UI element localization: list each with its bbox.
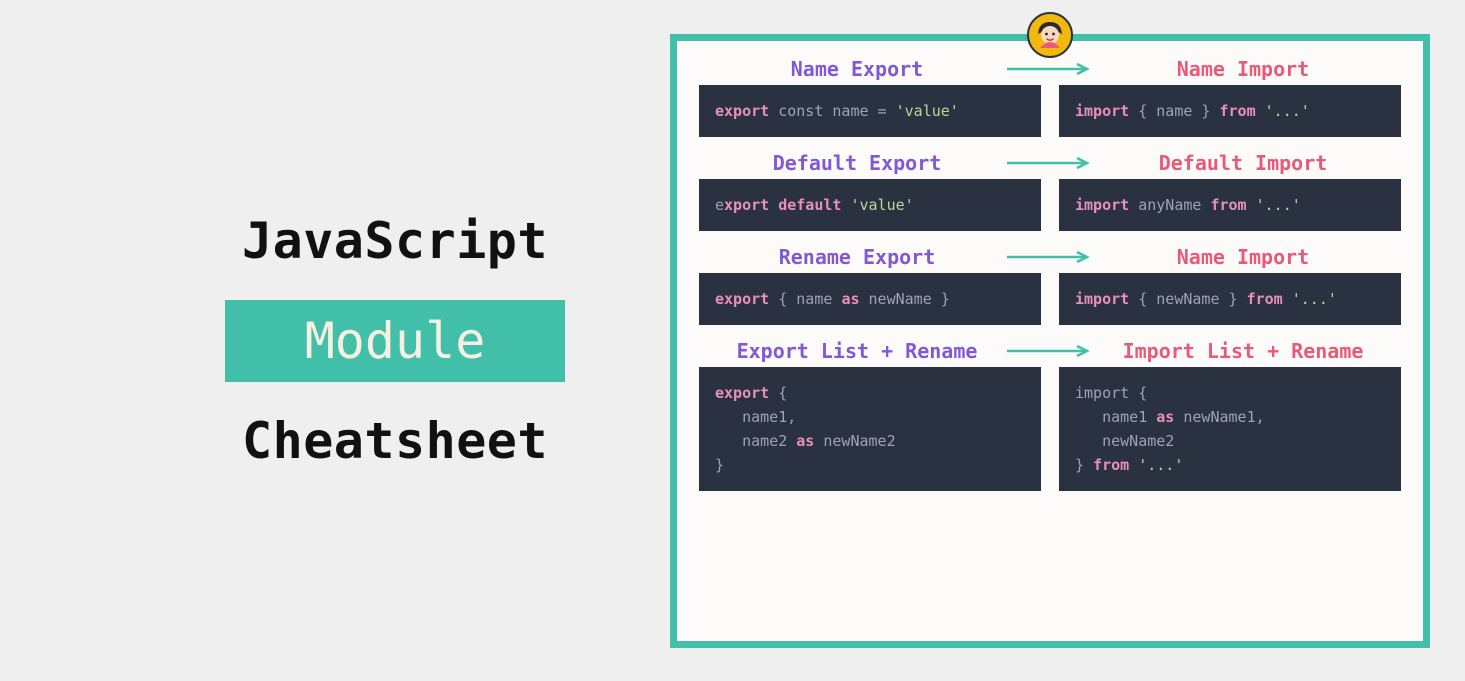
export-heading: Name Export <box>709 57 1005 81</box>
arrow-icon <box>1005 62 1095 76</box>
arrow-icon <box>1005 156 1095 170</box>
section-1: Default Export Default Import export def… <box>699 151 1401 231</box>
cheatsheet-panel-wrap: Name Export Name Import export const nam… <box>670 34 1430 648</box>
section-3: Export List + Rename Import List + Renam… <box>699 339 1401 491</box>
arrow-icon <box>1005 250 1095 264</box>
export-code: export { name as newName } <box>699 273 1041 325</box>
avatar-icon <box>1027 12 1073 58</box>
section-0: Name Export Name Import export const nam… <box>699 57 1401 137</box>
import-heading: Default Import <box>1095 151 1391 175</box>
title-pill: Module <box>225 300 566 382</box>
export-heading: Export List + Rename <box>709 339 1005 363</box>
title-line-3: Cheatsheet <box>242 412 548 470</box>
export-code: export const name = 'value' <box>699 85 1041 137</box>
export-code: export { name1, name2 as newName2 } <box>699 367 1041 491</box>
cheatsheet-panel: Name Export Name Import export const nam… <box>670 34 1430 648</box>
export-heading: Default Export <box>709 151 1005 175</box>
export-heading: Rename Export <box>709 245 1005 269</box>
import-code: import { name } from '...' <box>1059 85 1401 137</box>
import-heading: Import List + Rename <box>1095 339 1391 363</box>
import-heading: Name Import <box>1095 57 1391 81</box>
import-heading: Name Import <box>1095 245 1391 269</box>
export-code: export default 'value' <box>699 179 1041 231</box>
title-line-1: JavaScript <box>242 212 548 270</box>
import-code: import { newName } from '...' <box>1059 273 1401 325</box>
import-code: import anyName from '...' <box>1059 179 1401 231</box>
title-block: JavaScript Module Cheatsheet <box>0 212 660 470</box>
arrow-icon <box>1005 344 1095 358</box>
section-2: Rename Export Name Import export { name … <box>699 245 1401 325</box>
import-code: import { name1 as newName1, newName2 } f… <box>1059 367 1401 491</box>
